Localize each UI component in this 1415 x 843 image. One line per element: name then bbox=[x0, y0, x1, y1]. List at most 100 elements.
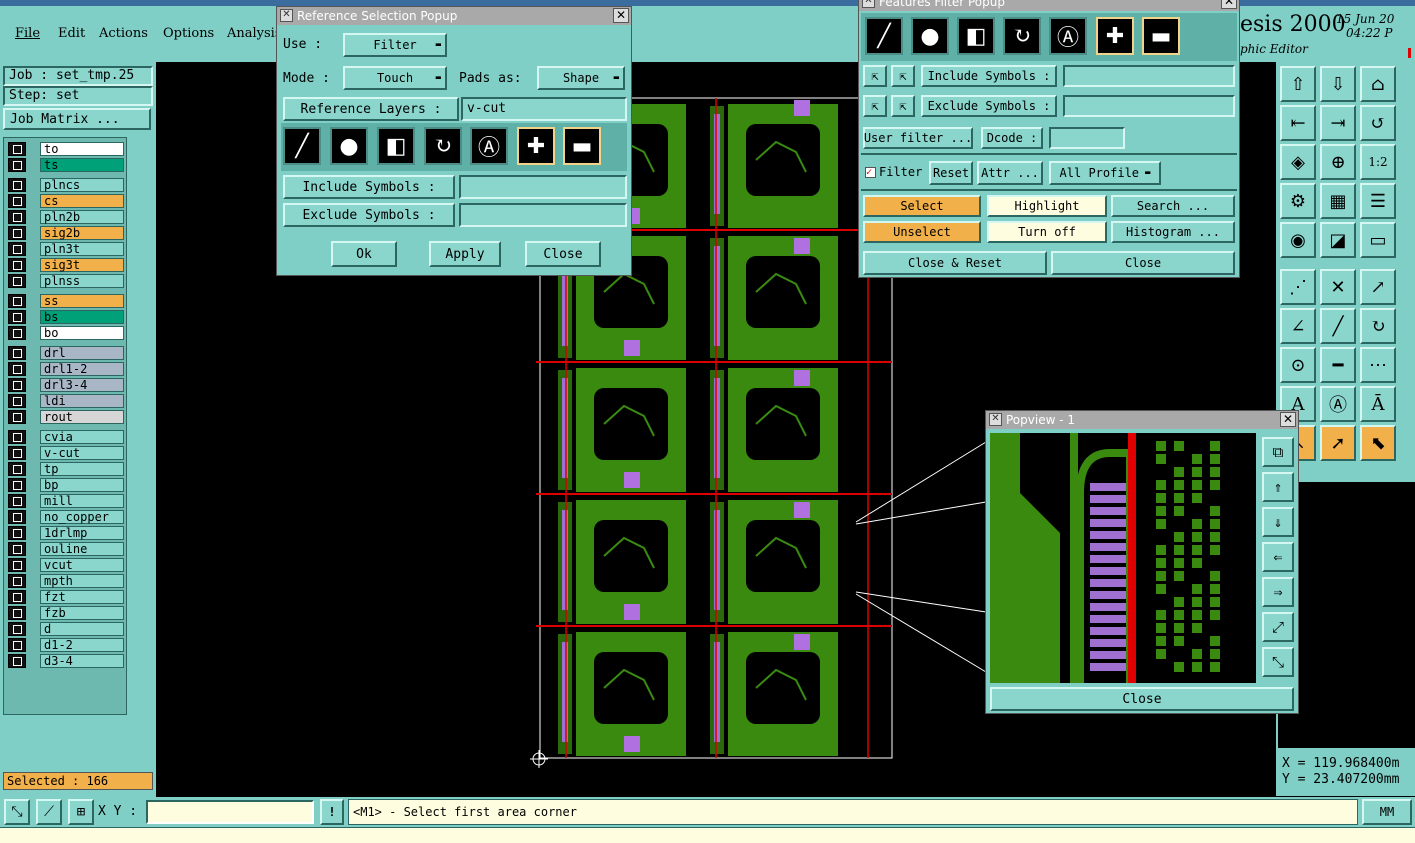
node-icon[interactable]: ⊙ bbox=[1280, 347, 1316, 383]
close-reset-button[interactable]: Close & Reset bbox=[863, 251, 1047, 275]
close-icon[interactable]: ✕ bbox=[1280, 412, 1296, 427]
pick-icon[interactable]: ⇱ bbox=[863, 95, 887, 117]
reference-layers-input[interactable]: v-cut bbox=[461, 97, 627, 121]
alert-icon[interactable]: ! bbox=[320, 799, 344, 825]
layer-checkbox[interactable] bbox=[8, 226, 26, 240]
filter-icon[interactable]: ◪ bbox=[1320, 222, 1356, 258]
layer-checkbox[interactable] bbox=[8, 542, 26, 556]
layer-row-mill[interactable]: mill bbox=[8, 494, 124, 508]
layer-row-drl3-4[interactable]: drl3-4 bbox=[8, 378, 124, 392]
layer-row-v-cut[interactable]: v-cut bbox=[8, 446, 124, 460]
layer-checkbox[interactable] bbox=[8, 590, 26, 604]
unselect-button[interactable]: Unselect bbox=[863, 221, 981, 243]
layer-checkbox[interactable] bbox=[8, 558, 26, 572]
exclude-symbols-input[interactable] bbox=[1063, 95, 1235, 117]
menu-edit[interactable]: Edit bbox=[58, 26, 85, 41]
exclude-symbols-button[interactable]: Exclude Symbols : bbox=[283, 203, 455, 227]
arc-icon[interactable]: ↻ bbox=[1003, 17, 1041, 55]
xy-input[interactable] bbox=[146, 800, 314, 824]
layer-row-to[interactable]: to bbox=[8, 142, 124, 156]
font-icon[interactable]: Ⓐ bbox=[1320, 386, 1356, 422]
layer-row-bo[interactable]: bo bbox=[8, 326, 124, 340]
zoom-out-icon[interactable]: ⤡ bbox=[1262, 647, 1294, 677]
layer-row-cvia[interactable]: cvia bbox=[8, 430, 124, 444]
include-symbols-button[interactable]: Include Symbols : bbox=[921, 65, 1057, 87]
menu-file[interactable]: File bbox=[15, 26, 40, 41]
pick-icon[interactable]: ⇱ bbox=[891, 95, 915, 117]
close-button[interactable]: Close bbox=[1051, 251, 1235, 275]
layer-checkbox[interactable] bbox=[8, 430, 26, 444]
mode-select[interactable]: Touch ▬ bbox=[343, 66, 447, 90]
layer-row-d3-4[interactable]: d3-4 bbox=[8, 654, 124, 668]
layer-checkbox[interactable] bbox=[8, 178, 26, 192]
line-icon[interactable]: ╱ bbox=[865, 17, 903, 55]
layer-row-d1-2[interactable]: d1-2 bbox=[8, 638, 124, 652]
layer-checkbox[interactable] bbox=[8, 410, 26, 424]
layer-checkbox[interactable] bbox=[8, 194, 26, 208]
positive-icon[interactable]: ✚ bbox=[1096, 17, 1134, 55]
pick-icon[interactable]: ⇱ bbox=[863, 65, 887, 87]
reset-button[interactable]: Reset bbox=[929, 161, 973, 185]
layer-row-bp[interactable]: bp bbox=[8, 478, 124, 492]
attr-button[interactable]: Attr ... bbox=[977, 161, 1043, 185]
layer-checkbox[interactable] bbox=[8, 462, 26, 476]
arc-icon[interactable]: ↻ bbox=[424, 127, 462, 165]
layer-row-drl1-2[interactable]: drl1-2 bbox=[8, 362, 124, 376]
upload-icon[interactable]: ⇧ bbox=[1280, 66, 1316, 102]
layer-checkbox[interactable] bbox=[8, 622, 26, 636]
export-icon[interactable]: ⇥ bbox=[1320, 105, 1356, 141]
layer-checkbox[interactable] bbox=[8, 310, 26, 324]
negative-icon[interactable]: ▬ bbox=[1142, 17, 1180, 55]
layer-row-drl[interactable]: drl bbox=[8, 346, 124, 360]
layer-row-plncs[interactable]: plncs bbox=[8, 178, 124, 192]
zoom-icon[interactable]: ⊕ bbox=[1320, 144, 1356, 180]
menu-actions[interactable]: Actions bbox=[99, 26, 148, 41]
search-button[interactable]: Search ... bbox=[1111, 195, 1235, 217]
layer-checkbox[interactable] bbox=[8, 606, 26, 620]
snap-icon[interactable]: ◉ bbox=[1280, 222, 1316, 258]
import-icon[interactable]: ⇤ bbox=[1280, 105, 1316, 141]
layer-checkbox[interactable] bbox=[8, 158, 26, 172]
layer-checkbox[interactable] bbox=[8, 510, 26, 524]
grid-icon[interactable]: ⊞ bbox=[68, 799, 94, 825]
ruler-icon[interactable]: ▭ bbox=[1360, 222, 1396, 258]
page-down-icon[interactable]: ⇓ bbox=[1262, 507, 1294, 537]
line-icon[interactable]: ╱ bbox=[1320, 308, 1356, 344]
layer-checkbox[interactable] bbox=[8, 654, 26, 668]
units-button[interactable]: MM bbox=[1362, 799, 1412, 825]
pad-icon[interactable]: ● bbox=[911, 17, 949, 55]
arc-icon[interactable]: ↻ bbox=[1360, 308, 1396, 344]
negative-icon[interactable]: ▬ bbox=[563, 127, 601, 165]
reference-layers-button[interactable]: Reference Layers : bbox=[283, 97, 459, 121]
include-symbols-input[interactable] bbox=[1063, 65, 1235, 87]
pointer-icon[interactable]: ➚ bbox=[1320, 425, 1356, 461]
layer-row-bs[interactable]: bs bbox=[8, 310, 124, 324]
rotate-icon[interactable]: ↺ bbox=[1360, 105, 1396, 141]
minus-icon[interactable]: ━ bbox=[1320, 347, 1356, 383]
select-button[interactable]: Select bbox=[863, 195, 981, 217]
layer-checkbox[interactable] bbox=[8, 638, 26, 652]
layer-checkbox[interactable] bbox=[8, 142, 26, 156]
scale-icon[interactable]: 1:2 bbox=[1360, 144, 1396, 180]
use-select[interactable]: Filter ▬ bbox=[343, 33, 447, 57]
popview-canvas[interactable] bbox=[990, 433, 1256, 683]
zoom-fit-icon[interactable]: ⧉ bbox=[1262, 437, 1294, 467]
layer-checkbox[interactable] bbox=[8, 494, 26, 508]
histogram-button[interactable]: Histogram ... bbox=[1111, 221, 1235, 243]
layer-checkbox[interactable] bbox=[8, 394, 26, 408]
pan-left-icon[interactable]: ⇐ bbox=[1262, 542, 1294, 572]
layers-icon[interactable]: ☰ bbox=[1360, 183, 1396, 219]
select-icon[interactable]: ⬉ bbox=[1360, 425, 1396, 461]
job-matrix-button[interactable]: Job Matrix ... bbox=[3, 108, 151, 130]
layer-row-mpth[interactable]: mpth bbox=[8, 574, 124, 588]
all-profile-select[interactable]: All Profile ▬ bbox=[1049, 161, 1161, 185]
layer-checkbox[interactable] bbox=[8, 478, 26, 492]
layer-row-rout[interactable]: rout bbox=[8, 410, 124, 424]
layer-checkbox[interactable] bbox=[8, 574, 26, 588]
layer-checkbox[interactable] bbox=[8, 446, 26, 460]
layer-checkbox[interactable] bbox=[8, 362, 26, 376]
user-filter-button[interactable]: User filter ... bbox=[863, 127, 973, 149]
positive-icon[interactable]: ✚ bbox=[517, 127, 555, 165]
layer-checkbox[interactable] bbox=[8, 326, 26, 340]
layer-checkbox[interactable] bbox=[8, 294, 26, 308]
